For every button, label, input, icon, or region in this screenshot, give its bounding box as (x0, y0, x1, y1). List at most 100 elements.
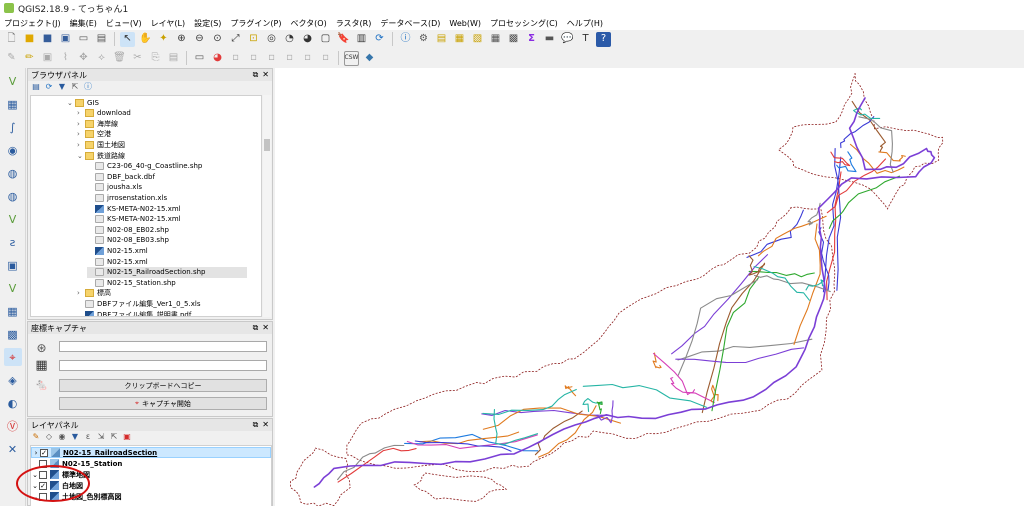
deselect-icon[interactable]: ▧ (470, 32, 485, 47)
expand-arrow-icon[interactable]: › (77, 130, 85, 138)
layer-labeling-icon[interactable]: ◕ (210, 51, 225, 66)
filter-legend-icon[interactable]: ▼ (70, 432, 80, 442)
pan-icon[interactable]: ✋ (138, 32, 153, 47)
node-tool-icon[interactable]: ⟡ (94, 51, 109, 66)
move-label-icon[interactable]: ▫ (282, 51, 297, 66)
float-panel-icon[interactable]: ⧉ (253, 323, 259, 333)
zoom-last-icon[interactable]: ◔ (282, 32, 297, 47)
topology-checker-icon[interactable]: ✕ (4, 440, 22, 458)
browser-item[interactable]: N02-08_EB02.shp (87, 224, 169, 235)
highlight-labels-icon[interactable]: ▫ (246, 51, 261, 66)
remove-layer-icon[interactable]: ▣ (122, 432, 132, 442)
float-panel-icon[interactable]: ⧉ (253, 70, 259, 80)
refresh-icon[interactable]: ⟳ (44, 82, 54, 92)
add-wcs-layer-icon[interactable]: V (4, 210, 22, 228)
rotate-label-icon[interactable]: ▫ (300, 51, 315, 66)
close-panel-icon[interactable]: ✕ (262, 323, 269, 333)
save-project-icon[interactable]: ■ (40, 32, 55, 47)
new-map-view-icon[interactable]: ▢ (318, 32, 333, 47)
browser-item[interactable]: › download (77, 108, 131, 119)
browser-tree[interactable]: ⌄ GIS › download › 海岸線 › 空港 › 国土地図 ⌄ 鉄道路線 C23-06_40-… (30, 95, 262, 317)
add-wfs-layer-icon[interactable]: ◍ (4, 187, 22, 205)
browser-item[interactable]: N02-15.xml (87, 256, 148, 267)
menu-processing[interactable]: プロセッシング(C) (490, 18, 558, 29)
browser-item[interactable]: jousha.xls (87, 182, 142, 193)
browser-item[interactable]: DBFファイル編集_Ver1_0_5.xls (77, 298, 200, 309)
style-icon[interactable]: ✎ (31, 432, 41, 442)
menu-help[interactable]: ヘルプ(H) (567, 18, 603, 29)
select-by-value-icon[interactable]: ▦ (452, 32, 467, 47)
browser-item[interactable]: › 空港 (77, 129, 111, 140)
touch-zoom-icon[interactable]: ↖ (120, 31, 135, 47)
zoom-in-icon[interactable]: ⊕ (174, 32, 189, 47)
spatial-query-icon[interactable]: Ⓥ (4, 417, 22, 435)
cut-features-icon[interactable]: ✂ (130, 51, 145, 66)
close-panel-icon[interactable]: ✕ (262, 70, 269, 80)
collapse-all-icon[interactable]: ⇱ (109, 432, 119, 442)
browser-item[interactable]: › 国土地図 (77, 139, 125, 150)
select-features-icon[interactable]: ▤ (434, 32, 449, 47)
identify-icon[interactable]: ⓘ (398, 32, 413, 47)
add-spatialite-icon[interactable]: ƨ (4, 233, 22, 251)
expand-arrow-icon[interactable]: › (77, 120, 85, 128)
layer-visibility-checkbox[interactable]: ✓ (40, 448, 48, 457)
menu-vector[interactable]: ベクタ(O) (291, 18, 327, 29)
add-selected-layer-icon[interactable]: ▤ (31, 82, 41, 92)
zoom-actual-icon[interactable]: ⊙ (210, 32, 225, 47)
grid-icon[interactable]: ▦ (34, 358, 49, 373)
delete-selected-icon[interactable]: 🗑 (112, 51, 127, 66)
track-mouse-icon[interactable]: 🐁 (34, 377, 49, 392)
csw-icon[interactable]: CSW (344, 50, 359, 66)
paste-features-icon[interactable]: ▤ (166, 51, 181, 66)
layer-row[interactable]: › ✓ N02-15_RailroadSection (31, 447, 271, 458)
browser-item[interactable]: ⌄ 鉄道路線 (77, 150, 125, 161)
japan-railway-map[interactable] (275, 68, 1024, 506)
expand-arrow-icon[interactable]: › (77, 141, 85, 149)
zoom-full-icon[interactable]: ⤢ (228, 32, 243, 47)
new-print-composer-icon[interactable]: ▭ (76, 32, 91, 47)
measure-icon[interactable]: ▬ (542, 32, 557, 47)
save-as-icon[interactable]: ▣ (58, 32, 73, 47)
menu-layer[interactable]: レイヤ(L) (151, 18, 185, 29)
filter-icon[interactable]: ▼ (57, 82, 67, 92)
browser-item[interactable]: DBFファイル編集_説明書.pdf (77, 309, 191, 316)
statistics-icon[interactable]: Σ (524, 32, 539, 47)
add-wms-layer-icon[interactable]: ◍ (4, 164, 22, 182)
change-label-icon[interactable]: ▫ (318, 51, 333, 66)
text-annotation-icon[interactable]: T (578, 32, 593, 47)
browser-item[interactable]: KS-META-N02-15.xml (87, 214, 181, 225)
georeferencer-icon[interactable]: ◈ (4, 371, 22, 389)
field-calculator-icon[interactable]: ▩ (506, 32, 521, 47)
composer-manager-icon[interactable]: ▤ (94, 32, 109, 47)
browser-item[interactable]: N02-15.xml (87, 245, 148, 256)
pan-to-selection-icon[interactable]: ✦ (156, 32, 171, 47)
menu-edit[interactable]: 編集(E) (70, 18, 97, 29)
add-raster-layer-icon[interactable]: ▦ (4, 95, 22, 113)
open-project-icon[interactable]: ■ (22, 32, 37, 47)
map-tips-icon[interactable]: 💬 (560, 32, 575, 47)
menu-database[interactable]: データベース(D) (380, 18, 440, 29)
visibility-icon[interactable]: ◉ (57, 432, 67, 442)
filter-expression-icon[interactable]: ε (83, 432, 93, 442)
python-console-icon[interactable]: ◆ (362, 51, 377, 66)
add-vector-layer-icon[interactable]: V (4, 72, 22, 90)
scrollbar-thumb[interactable] (264, 139, 270, 151)
browser-item[interactable]: ⌄ GIS (67, 97, 99, 108)
browser-item[interactable]: DBF_back.dbf (87, 171, 155, 182)
menu-project[interactable]: プロジェクト(J) (4, 18, 61, 29)
copy-to-clipboard-button[interactable]: クリップボードへコピー (59, 379, 267, 392)
pin-labels-icon[interactable]: ▫ (228, 51, 243, 66)
show-hide-labels-icon[interactable]: ▫ (264, 51, 279, 66)
menu-plugins[interactable]: プラグイン(P) (230, 18, 281, 29)
bookmark-icon[interactable]: 🔖 (336, 32, 351, 47)
coord-field-1[interactable] (59, 341, 267, 352)
menu-settings[interactable]: 設定(S) (194, 18, 221, 29)
add-feature-icon[interactable]: ⌇ (58, 51, 73, 66)
expand-arrow-icon[interactable]: › (77, 289, 85, 297)
browser-item[interactable]: C23-06_40-g_Coastline.shp (87, 161, 202, 172)
browser-item[interactable]: › 海岸線 (77, 118, 118, 129)
run-action-icon[interactable]: ⚙ (416, 32, 431, 47)
float-panel-icon[interactable]: ⧉ (253, 420, 259, 430)
show-bookmarks-icon[interactable]: ▥ (354, 32, 369, 47)
add-mssql-icon[interactable]: ▣ (4, 256, 22, 274)
